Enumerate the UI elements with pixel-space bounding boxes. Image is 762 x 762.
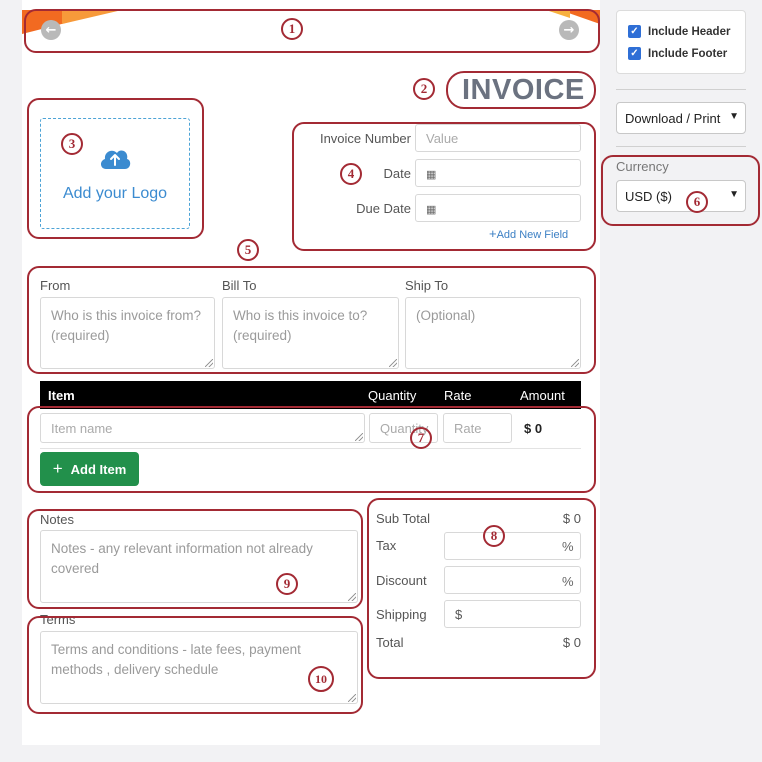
total-value: $ 0	[562, 635, 581, 650]
discount-input[interactable]	[444, 566, 581, 594]
invoice-number-label: Invoice Number	[319, 131, 411, 146]
include-footer-label: Include Footer	[648, 47, 728, 60]
annotation-number-5: 5	[237, 239, 259, 261]
resize-handle[interactable]	[389, 359, 397, 367]
resize-handle[interactable]	[348, 593, 356, 601]
ship-to-input[interactable]: (Optional)	[405, 297, 581, 369]
resize-handle[interactable]	[348, 694, 356, 702]
tax-input[interactable]	[444, 532, 581, 560]
calendar-icon: ▦	[426, 204, 437, 216]
amount-column-header: Amount	[520, 388, 565, 403]
from-label: From	[40, 278, 71, 293]
shipping-input[interactable]: $	[444, 600, 581, 628]
include-footer-option[interactable]: ✓ Include Footer	[628, 47, 727, 60]
terms-input[interactable]: Terms and conditions - late fees, paymen…	[40, 631, 358, 704]
annotation-number-2: 2	[413, 78, 435, 100]
row-divider	[40, 448, 581, 449]
annotation-number-8: 8	[483, 525, 505, 547]
invoice-header-band	[22, 10, 600, 50]
item-name-input[interactable]: Item name	[40, 413, 365, 443]
rate-column-header: Rate	[444, 388, 472, 403]
notes-label: Notes	[40, 512, 74, 527]
item-amount: $ 0	[524, 421, 543, 436]
items-table-header: Item Quantity Rate Amount	[40, 381, 581, 409]
add-item-button[interactable]: + Add Item	[40, 452, 139, 486]
annotation-number-7: 7	[410, 427, 432, 449]
due-date-label: Due Date	[356, 201, 411, 216]
sidebar-divider	[616, 89, 746, 90]
resize-handle[interactable]	[571, 359, 579, 367]
terms-label: Terms	[40, 612, 76, 627]
quantity-column-header: Quantity	[368, 388, 417, 403]
plus-icon: +	[489, 226, 497, 241]
options-panel: ✓ Include Header ✓ Include Footer	[616, 10, 746, 74]
resize-handle[interactable]	[205, 359, 213, 367]
currency-label: Currency	[616, 159, 669, 174]
checkbox-checked-icon[interactable]: ✓	[628, 47, 641, 60]
from-input[interactable]: Who is this invoice from? (required)	[40, 297, 215, 369]
sidebar-divider	[616, 146, 746, 147]
annotation-number-10: 10	[308, 666, 334, 692]
shipping-currency-prefix: $	[455, 607, 463, 622]
plus-icon: +	[52, 459, 63, 478]
ship-to-label: Ship To	[405, 278, 449, 293]
tax-unit: %	[562, 539, 574, 554]
chevron-down-icon: ▼	[729, 111, 739, 122]
add-new-field-label: Add New Field	[496, 229, 569, 241]
invoice-number-input[interactable]: Value	[415, 124, 581, 152]
cloud-upload-icon	[100, 150, 131, 169]
total-label: Total	[376, 635, 404, 650]
tax-label: Tax	[376, 538, 397, 553]
download-print-select[interactable]: Download / Print ▼	[616, 102, 746, 134]
annotation-number-3: 3	[61, 133, 83, 155]
subtotal-value: $ 0	[562, 511, 581, 526]
add-item-label: Add Item	[70, 461, 127, 477]
annotation-number-6: 6	[686, 191, 708, 213]
invoice-title: INVOICE	[462, 74, 585, 106]
include-header-label: Include Header	[648, 25, 731, 38]
checkbox-checked-icon[interactable]: ✓	[628, 25, 641, 38]
add-logo-area[interactable]: Add your Logo	[40, 118, 190, 229]
subtotal-label: Sub Total	[376, 511, 430, 526]
annotation-number-4: 4	[340, 163, 362, 185]
annotation-number-1: 1	[281, 18, 303, 40]
notes-input[interactable]: Notes - any relevant information not alr…	[40, 530, 358, 603]
discount-unit: %	[562, 574, 574, 589]
item-column-header: Item	[48, 388, 75, 403]
rate-input[interactable]: Rate	[443, 413, 512, 443]
bill-to-input[interactable]: Who is this invoice to? (required)	[222, 297, 399, 369]
date-input[interactable]: ▦	[415, 159, 581, 187]
resize-handle[interactable]	[355, 433, 363, 441]
calendar-icon: ▦	[426, 169, 437, 181]
chevron-down-icon: ▼	[729, 189, 739, 200]
shipping-label: Shipping	[376, 607, 427, 622]
add-new-field-link[interactable]: +Add New Field	[489, 226, 568, 241]
arrow-left-icon[interactable]: ←	[41, 20, 61, 40]
arrow-right-icon[interactable]: →	[559, 20, 579, 40]
date-label: Date	[383, 166, 411, 181]
annotation-number-9: 9	[276, 573, 298, 595]
add-logo-label: Add your Logo	[62, 184, 168, 202]
due-date-input[interactable]: ▦	[415, 194, 581, 222]
currency-select[interactable]: USD ($) ▼	[616, 180, 746, 212]
download-print-label: Download / Print	[625, 111, 721, 126]
include-header-option[interactable]: ✓ Include Header	[628, 25, 730, 38]
bill-to-label: Bill To	[222, 278, 257, 293]
discount-label: Discount	[376, 573, 427, 588]
currency-value: USD ($)	[625, 189, 672, 204]
